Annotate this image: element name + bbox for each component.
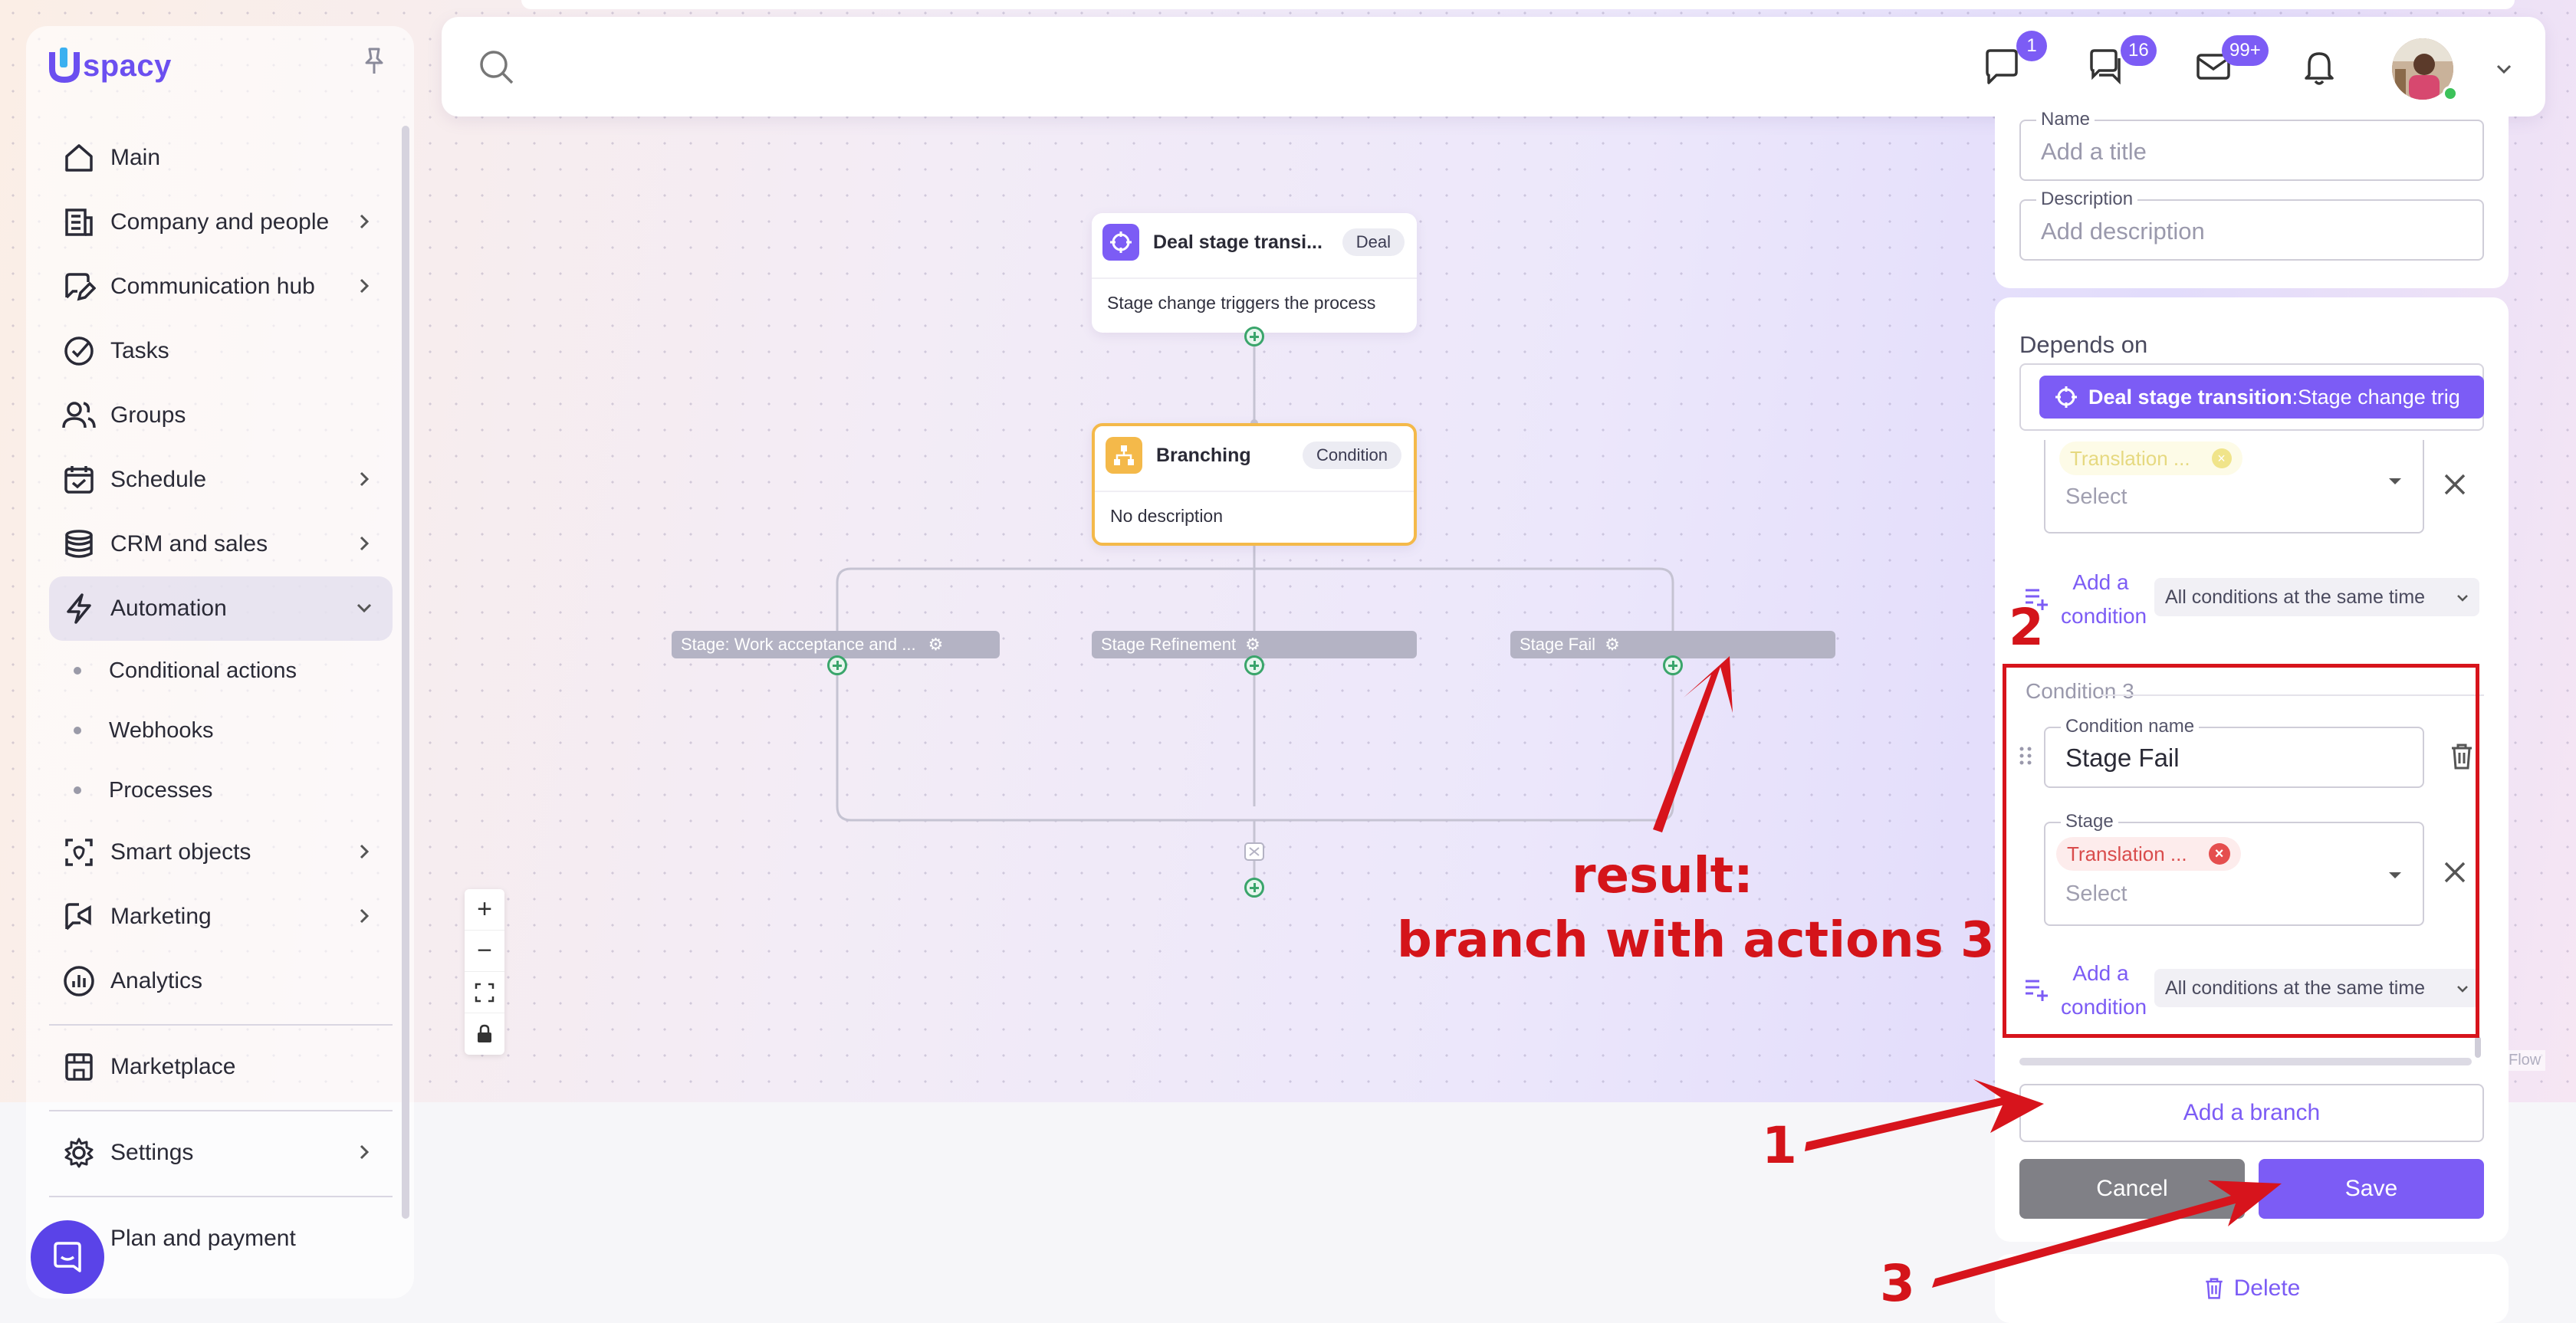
annotation-number-1: 1 [1762,1116,1797,1175]
annotation-arrows [1653,656,2282,1288]
annotation-result-line2: branch with actions 3 [1397,912,1995,969]
annotation-result-line1: result: [1572,848,1753,904]
annotation-number-2: 2 [2009,598,2044,657]
annotation-number-3: 3 [1880,1254,1915,1313]
